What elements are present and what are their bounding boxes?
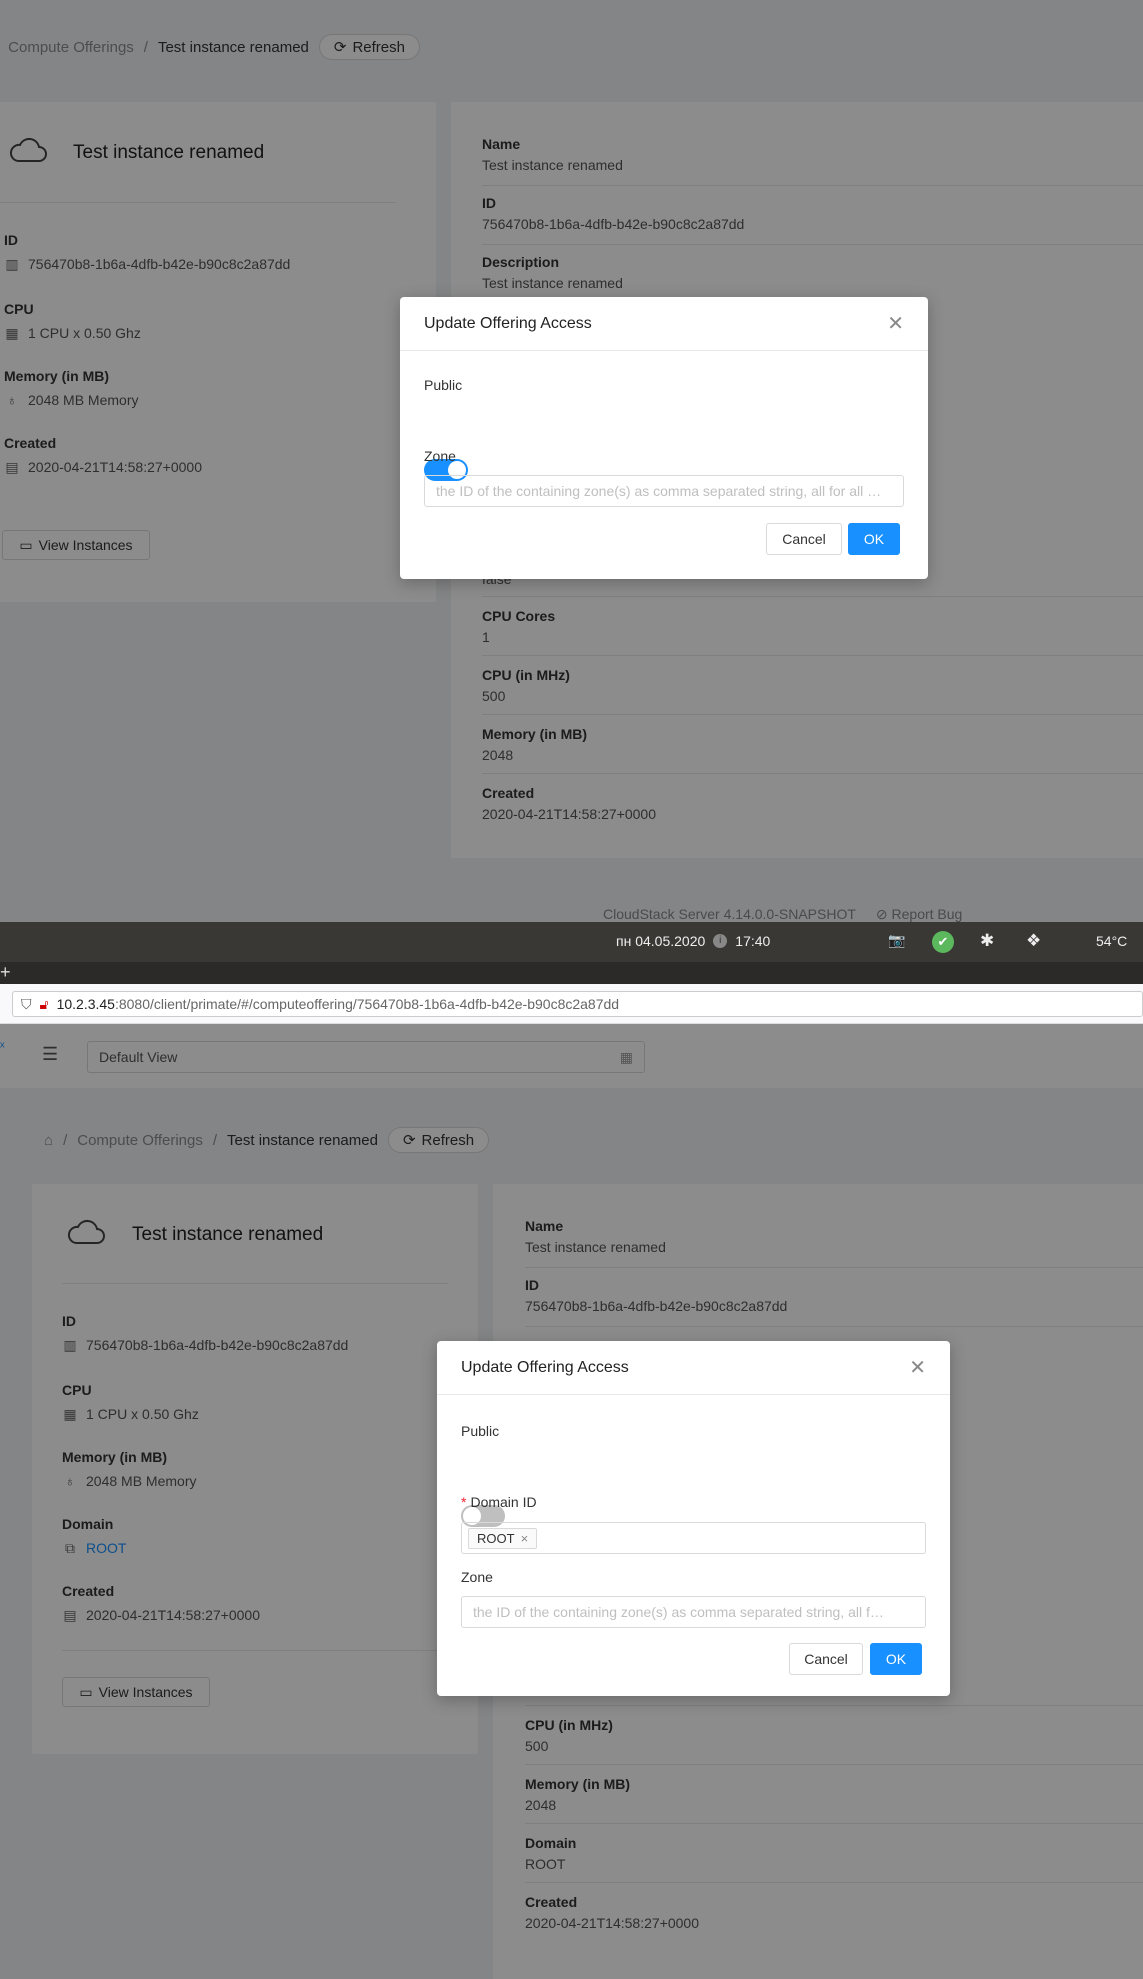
url-host: 10.2.3.45 [56,996,115,1012]
dropbox-icon[interactable]: ❖ [1026,931,1041,951]
insecure-lock-icon[interactable]: 🔓︎ [40,996,49,1013]
clock: пн 04.05.2020 i 17:40 [616,933,770,949]
modal-title: Update Offering Access [461,1358,629,1376]
domain-id-select[interactable]: ROOT × [461,1522,926,1554]
browser-tabbar: + [0,962,1143,984]
tag-close-icon[interactable]: × [521,1531,529,1546]
camera-icon[interactable]: 📷 [888,932,905,949]
zone-label: Zone [461,1569,493,1585]
shield-icon[interactable]: ⛉ [21,996,32,1013]
public-label: Public [424,377,463,393]
required-mark: * [461,1494,467,1510]
close-icon[interactable]: ✕ [909,1358,926,1378]
bottom-screen: ˣ ☰ Default View ▦ ⌂ / Compute Offerings… [0,1024,1143,1979]
domain-id-label-text: Domain ID [470,1494,537,1510]
update-access-modal: Update Offering Access ✕ Public * Domain … [437,1341,950,1696]
domain-tag: ROOT × [468,1527,538,1549]
zone-input[interactable]: the ID of the containing zone(s) as comm… [424,475,904,507]
modal-header: Update Offering Access ✕ [437,1341,950,1395]
close-icon[interactable]: ✕ [887,314,904,334]
modal-header: Update Offering Access ✕ [400,297,928,351]
browser-urlbar: ⛉ 🔓︎ 10.2.3.45:8080/client/primate/#/com… [0,984,1143,1024]
new-tab-button[interactable]: + [0,962,11,983]
slack-icon[interactable]: ✱ [980,931,994,951]
public-label: Public [461,1423,500,1439]
date-text: пн 04.05.2020 [616,933,706,949]
time-text: 17:40 [735,933,771,949]
zone-input[interactable]: the ID of the containing zone(s) as comm… [461,1596,926,1628]
domain-tag-label: ROOT [477,1530,515,1546]
cancel-button[interactable]: Cancel [789,1643,863,1675]
cancel-button[interactable]: Cancel [766,523,842,555]
zone-label: Zone [424,448,456,464]
temperature-text: 54°C [1096,933,1128,949]
check-shield-icon[interactable]: ✔ [932,931,954,953]
top-screen: / Compute Offerings / Test instance rena… [0,0,1143,922]
domain-id-label: * Domain ID [461,1494,537,1510]
modal-title: Update Offering Access [424,314,592,332]
os-taskbar: пн 04.05.2020 i 17:40 📷 ✔ ✱ ❖ 54°C [0,922,1143,962]
ok-button[interactable]: OK [848,523,900,555]
url-path: :8080/client/primate/#/computeoffering/7… [114,996,620,1012]
update-access-modal: Update Offering Access ✕ Public Zone the… [400,297,928,579]
info-icon: i [713,934,728,948]
ok-button[interactable]: OK [870,1643,922,1675]
url-field[interactable]: ⛉ 🔓︎ 10.2.3.45:8080/client/primate/#/com… [12,991,1143,1017]
